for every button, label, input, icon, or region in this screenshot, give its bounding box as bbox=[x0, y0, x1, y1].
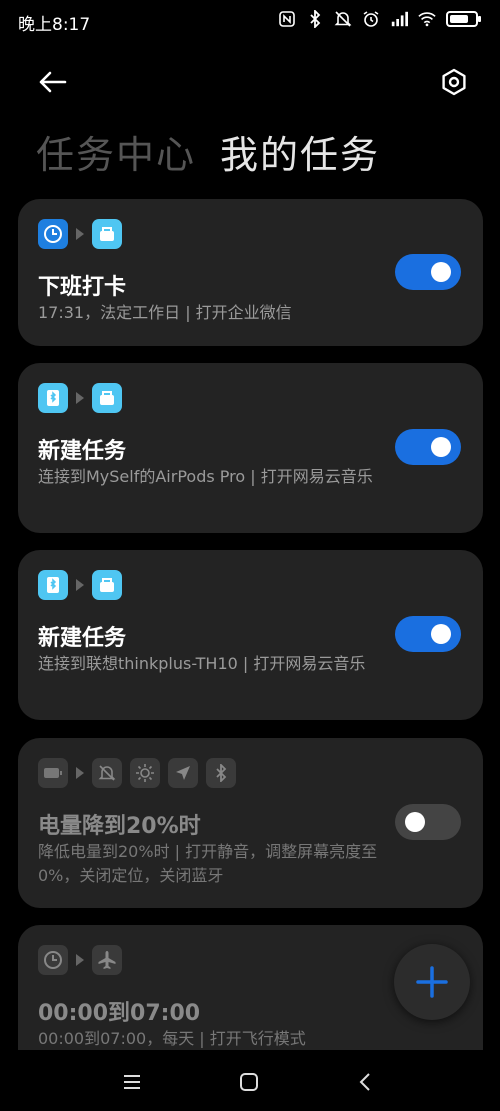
wifi-icon bbox=[418, 10, 436, 28]
task-icons bbox=[38, 570, 122, 600]
navigation-bar bbox=[0, 1050, 500, 1111]
gear-icon bbox=[442, 68, 466, 96]
bluetooth-icon bbox=[206, 758, 236, 788]
task-title: 新建任务 bbox=[38, 626, 127, 651]
task-title: 下班打卡 bbox=[38, 275, 127, 300]
add-task-button[interactable] bbox=[394, 944, 470, 1020]
back-button[interactable] bbox=[34, 64, 70, 100]
battery-icon bbox=[38, 758, 68, 788]
task-card[interactable]: 下班打卡 17:31，法定工作日 | 打开企业微信 bbox=[18, 199, 483, 346]
nav-back-button[interactable] bbox=[351, 1068, 379, 1096]
music-app-icon bbox=[92, 570, 122, 600]
arrow-right-icon bbox=[76, 954, 84, 966]
task-icons bbox=[38, 219, 122, 249]
settings-button[interactable] bbox=[436, 64, 472, 100]
status-icons bbox=[278, 10, 481, 28]
back-icon bbox=[359, 1073, 370, 1091]
task-toggle[interactable] bbox=[395, 616, 461, 652]
home-button[interactable] bbox=[235, 1068, 263, 1096]
task-description: 00:00到07:00，每天 | 打开飞行模式 bbox=[38, 1029, 306, 1048]
task-description: 连接到联想thinkplus-TH10 | 打开网易云音乐 bbox=[38, 654, 366, 673]
mute-icon bbox=[92, 758, 122, 788]
brightness-icon bbox=[130, 758, 160, 788]
tab-my-tasks[interactable]: 我的任务 bbox=[220, 124, 380, 179]
nfc-icon bbox=[278, 10, 296, 28]
task-icons bbox=[38, 945, 122, 975]
arrow-left-icon bbox=[39, 71, 67, 93]
recent-apps-button[interactable] bbox=[118, 1068, 146, 1096]
toggle-knob bbox=[431, 437, 451, 457]
location-icon bbox=[168, 758, 198, 788]
battery-icon bbox=[446, 11, 481, 27]
task-card[interactable]: 新建任务 连接到联想thinkplus-TH10 | 打开网易云音乐 bbox=[18, 550, 483, 720]
arrow-right-icon bbox=[76, 392, 84, 404]
arrow-right-icon bbox=[76, 767, 84, 779]
task-card[interactable]: 电量降到20%时 降低电量到20%时 | 打开静音，调整屏幕亮度至0%，关闭定位… bbox=[18, 738, 483, 908]
clock-icon bbox=[38, 945, 68, 975]
airplane-icon bbox=[92, 945, 122, 975]
mute-status-icon bbox=[334, 10, 352, 28]
task-toggle[interactable] bbox=[395, 254, 461, 290]
status-bar: 晚上8:17 bbox=[0, 0, 500, 44]
toggle-knob bbox=[431, 262, 451, 282]
toggle-knob bbox=[431, 624, 451, 644]
task-toggle[interactable] bbox=[395, 804, 461, 840]
signal-icon bbox=[390, 10, 408, 28]
clock-icon bbox=[38, 219, 68, 249]
home-icon bbox=[240, 1073, 258, 1091]
bluetooth-status-icon bbox=[306, 10, 324, 28]
status-time: 晚上8:17 bbox=[18, 15, 91, 35]
task-title: 新建任务 bbox=[38, 439, 127, 464]
task-icons bbox=[38, 383, 122, 413]
toggle-knob bbox=[405, 812, 425, 832]
bluetooth-device-icon bbox=[38, 383, 68, 413]
music-app-icon bbox=[92, 383, 122, 413]
menu-icon bbox=[124, 1075, 140, 1089]
task-title: 电量降到20%时 bbox=[38, 814, 201, 839]
task-description: 17:31，法定工作日 | 打开企业微信 bbox=[38, 303, 292, 322]
arrow-right-icon bbox=[76, 579, 84, 591]
tab-bar: 任务中心 我的任务 bbox=[36, 124, 380, 179]
arrow-right-icon bbox=[76, 228, 84, 240]
task-title: 00:00到07:00 bbox=[38, 1001, 201, 1026]
wecom-app-icon bbox=[92, 219, 122, 249]
task-icons bbox=[38, 758, 236, 788]
tab-task-center[interactable]: 任务中心 bbox=[36, 124, 196, 179]
task-description: 降低电量到20%时 | 打开静音，调整屏幕亮度至0%，关闭定位，关闭蓝牙 bbox=[38, 842, 378, 885]
plus-icon bbox=[416, 966, 448, 998]
alarm-status-icon bbox=[362, 10, 380, 28]
task-description: 连接到MySelf的AirPods Pro | 打开网易云音乐 bbox=[38, 467, 373, 486]
bluetooth-device-icon bbox=[38, 570, 68, 600]
task-toggle[interactable] bbox=[395, 429, 461, 465]
task-card[interactable]: 新建任务 连接到MySelf的AirPods Pro | 打开网易云音乐 bbox=[18, 363, 483, 533]
